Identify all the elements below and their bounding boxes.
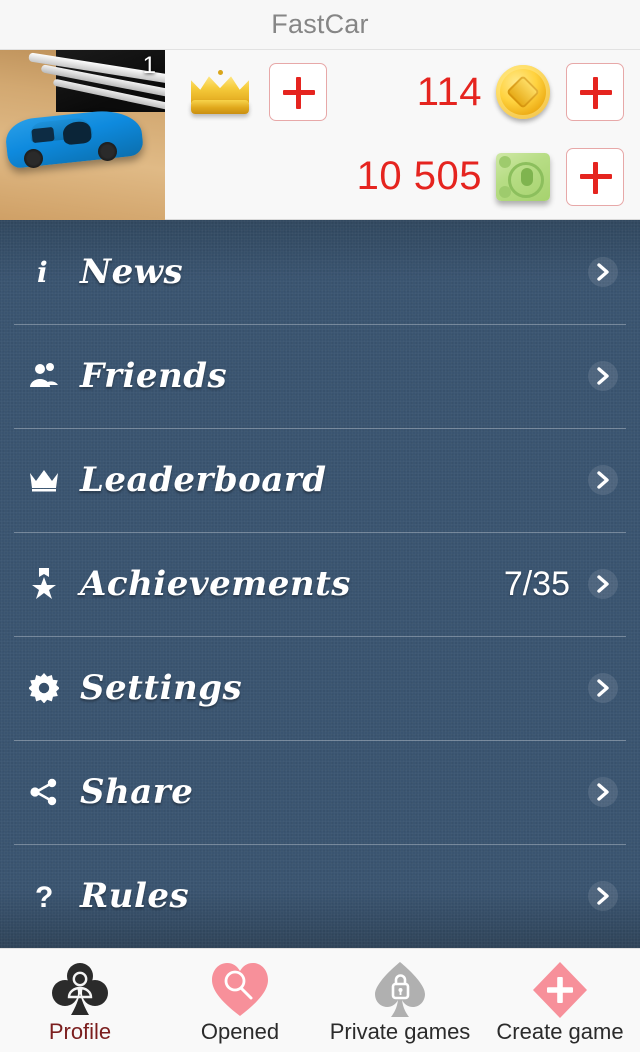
menu-item-rules[interactable]: ? Rules [0, 844, 640, 948]
heart-search-icon [209, 959, 271, 1021]
page-title: FastCar [271, 9, 369, 39]
menu-item-label: Achievements [80, 564, 351, 604]
avatar-car-window [31, 126, 55, 144]
menu-item-settings[interactable]: Settings [0, 636, 640, 740]
add-money-button[interactable] [566, 147, 624, 206]
tab-label: Opened [200, 1019, 280, 1044]
add-crown-button[interactable] [269, 63, 327, 122]
menu-item-label: Share [80, 772, 194, 812]
menu-item-label: News [80, 252, 184, 292]
menu-item-label: Leaderboard [80, 460, 327, 500]
user-avatar-photo[interactable]: 1 [0, 50, 165, 220]
add-coins-button[interactable] [566, 63, 624, 122]
club-person-icon [49, 959, 111, 1021]
level-badge: 1 [142, 52, 156, 79]
bottom-tab-bar: Profile Opened Private games Create game [0, 948, 640, 1052]
chevron-right-icon [588, 465, 618, 495]
avatar-car-wheel [24, 149, 43, 168]
tab-private-games[interactable]: Private games [320, 949, 480, 1052]
tab-profile[interactable]: Profile [0, 949, 160, 1052]
chevron-right-icon [588, 569, 618, 599]
users-icon [22, 362, 66, 390]
coin-stat: 114 [416, 63, 624, 122]
avatar-car-wheel [98, 142, 117, 161]
spade-lock-icon [369, 959, 431, 1021]
chevron-right-icon [588, 361, 618, 391]
chevron-right-icon [588, 777, 618, 807]
banknote-icon [496, 152, 550, 201]
chevron-right-icon [588, 257, 618, 287]
menu-item-achievements[interactable]: Achievements 7/35 [0, 532, 640, 636]
currency-row-top: 114 [165, 50, 640, 135]
question-icon: ? [22, 880, 66, 912]
gear-icon [22, 673, 66, 703]
coin-value: 114 [416, 69, 482, 114]
coin-icon [496, 65, 550, 120]
crown-icon [187, 68, 253, 116]
chevron-right-icon [588, 673, 618, 703]
tab-create-game[interactable]: Create game [480, 949, 640, 1052]
menu-item-label: Friends [80, 356, 228, 396]
award-star-icon [22, 568, 66, 600]
crown-stat [187, 63, 327, 122]
currency-row-bottom: 10 505 [165, 135, 640, 220]
tab-label: Private games [329, 1019, 471, 1044]
info-icon: i [22, 257, 66, 287]
currency-panel: 114 10 505 [165, 50, 640, 219]
menu-item-leaderboard[interactable]: Leaderboard [0, 428, 640, 532]
money-value: 10 505 [356, 154, 482, 199]
main-menu-panel: i News Friends Leaderboard Achievements … [0, 220, 640, 948]
chevron-right-icon [588, 881, 618, 911]
svg-text:?: ? [35, 881, 53, 912]
app-title-bar: FastCar [0, 0, 640, 50]
menu-item-badge: 7/35 [503, 564, 570, 603]
crown-icon [22, 468, 66, 492]
menu-item-friends[interactable]: Friends [0, 324, 640, 428]
stats-header: 1 114 10 505 [0, 50, 640, 220]
tab-label: Create game [496, 1019, 624, 1044]
menu-item-news[interactable]: i News [0, 220, 640, 324]
tab-label: Profile [48, 1019, 112, 1044]
share-nodes-icon [22, 777, 66, 807]
menu-item-label: Settings [80, 668, 243, 708]
diamond-plus-icon [529, 959, 591, 1021]
avatar-car-window [61, 120, 93, 146]
tab-opened[interactable]: Opened [160, 949, 320, 1052]
svg-text:i: i [37, 257, 48, 287]
menu-item-label: Rules [80, 876, 190, 916]
menu-item-share[interactable]: Share [0, 740, 640, 844]
